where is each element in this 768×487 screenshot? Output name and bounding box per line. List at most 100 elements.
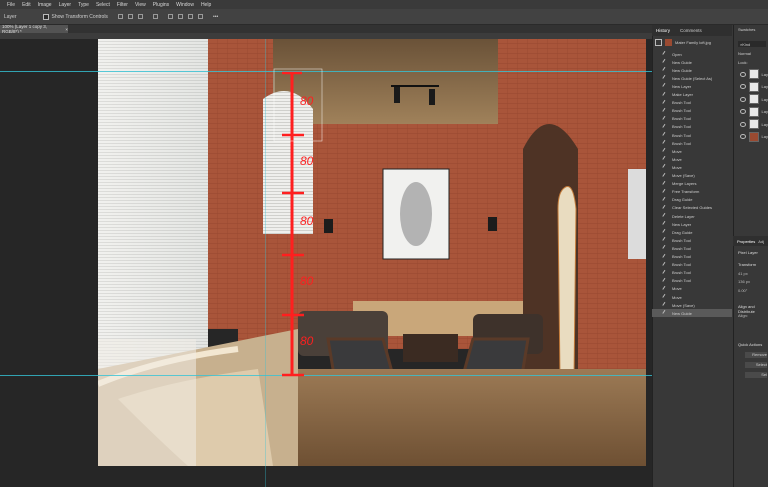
menu-item-type[interactable]: Type [78, 2, 89, 8]
show-transform-toggle[interactable]: Show Transform Controls [35, 13, 108, 21]
tab-comments[interactable]: Comments [680, 28, 702, 33]
history-item-label: Brush Tool [672, 254, 691, 259]
history-item[interactable]: Move (Save) [652, 172, 732, 180]
history-item[interactable]: New Guide [652, 58, 732, 66]
history-item[interactable]: New Layer [652, 82, 732, 90]
select-subject-button[interactable]: Select [745, 362, 767, 368]
menu-item-view[interactable]: View [135, 2, 146, 8]
menu-item-file[interactable]: File [7, 2, 15, 8]
guide-vertical[interactable] [265, 39, 266, 487]
history-item[interactable]: Move (Save) [652, 301, 732, 309]
align-middle-icon[interactable] [177, 14, 183, 19]
menu-item-window[interactable]: Window [176, 2, 194, 8]
history-item[interactable]: Brush Tool [652, 123, 732, 131]
align-top-icon[interactable] [167, 14, 173, 19]
history-item[interactable]: Brush Tool [652, 244, 732, 252]
menu-item-edit[interactable]: Edit [22, 2, 31, 8]
history-item[interactable]: Brush Tool [652, 99, 732, 107]
history-item-label: Move [672, 286, 682, 292]
history-item[interactable]: Brush Tool [652, 115, 732, 123]
history-item[interactable]: Brush Tool [652, 236, 732, 244]
history-state-icon [662, 310, 669, 317]
layer-row[interactable]: Lay [733, 131, 768, 143]
tool-preset[interactable]: Layer [4, 13, 17, 21]
eye-icon[interactable] [740, 96, 746, 102]
distribute-vertical-icon[interactable] [197, 14, 203, 19]
blend-mode-select[interactable]: Normal [738, 51, 751, 56]
history-snapshot[interactable]: Mater Family loft.jpg [652, 37, 732, 47]
history-state-icon [662, 67, 669, 74]
history-item[interactable]: Free Transform [652, 188, 732, 196]
history-item[interactable]: Brush Tool [652, 269, 732, 277]
eye-icon[interactable] [740, 109, 746, 114]
history-item[interactable]: New Guide [652, 309, 732, 318]
document-tab[interactable]: 100% (Layer 1 copy 3, RGB/8*) * × [0, 24, 68, 34]
menu-item-layer[interactable]: Layer [59, 2, 72, 8]
history-item[interactable]: New Guide [652, 66, 732, 74]
tab-properties[interactable]: Properties [737, 239, 755, 244]
tab-adjustments[interactable]: Adj [758, 239, 764, 244]
history-item[interactable]: Open [652, 50, 732, 58]
tab-swatches[interactable]: Swatches [738, 27, 755, 32]
eye-icon[interactable] [740, 134, 746, 139]
history-item[interactable]: Move [652, 163, 732, 171]
layer-row[interactable]: Lay [733, 68, 768, 80]
history-item-label: New Guide (Select As) [672, 75, 713, 81]
layer-row[interactable]: Lay [733, 81, 768, 93]
history-item[interactable]: Brush Tool [652, 253, 732, 261]
history-item[interactable]: Merge Layers [652, 180, 732, 188]
history-item[interactable]: Move [652, 155, 732, 163]
menu-item-image[interactable]: Image [38, 2, 52, 8]
history-item[interactable]: Move [652, 293, 732, 301]
history-state-icon [662, 180, 669, 187]
transform-bounding-box[interactable] [273, 68, 323, 142]
history-item[interactable]: Brush Tool [652, 139, 732, 147]
history-state-icon [662, 204, 669, 211]
menu-item-filter[interactable]: Filter [117, 2, 128, 8]
eye-icon[interactable] [740, 84, 746, 89]
history-item[interactable]: Delete Layer [652, 212, 732, 220]
align-left-icon[interactable] [117, 14, 123, 19]
history-item[interactable]: Drag Guide [652, 228, 732, 236]
history-item[interactable]: New Layer [652, 220, 732, 228]
menu-item-select[interactable]: Select [96, 2, 110, 8]
more-icon[interactable]: ••• [213, 14, 218, 20]
layer-thumbnail [748, 119, 759, 129]
history-item[interactable]: Brush Tool [652, 131, 732, 139]
history-item[interactable]: Clear Selected Guides [652, 204, 732, 212]
history-item[interactable]: Brush Tool [652, 277, 732, 285]
layer-row[interactable]: Lay [733, 118, 768, 130]
history-item[interactable]: New Guide (Select As) [652, 74, 732, 82]
height-field[interactable]: 136 px [738, 279, 750, 284]
layer-name: Lay [761, 96, 768, 102]
menu-item-plugins[interactable]: Plugins [153, 2, 169, 8]
select-button[interactable]: Sel [745, 372, 767, 378]
history-item[interactable]: Brush Tool [652, 107, 732, 115]
align-right-icon[interactable] [137, 14, 143, 19]
align-center-icon[interactable] [127, 14, 133, 19]
document-canvas[interactable] [98, 39, 646, 466]
eye-icon[interactable] [740, 121, 746, 127]
tool-label: Layer [4, 13, 17, 20]
layers-tabs: Swatches [738, 27, 755, 32]
tab-history[interactable]: History [656, 28, 670, 33]
history-item[interactable]: Drag Guide [652, 196, 732, 204]
menu-item-help[interactable]: Help [201, 2, 211, 8]
layer-row[interactable]: Lay [733, 93, 768, 105]
layer-row[interactable]: Lay [733, 106, 768, 118]
eye-icon[interactable] [740, 71, 746, 77]
width-field[interactable]: 41 px [738, 271, 748, 276]
history-item[interactable]: Move [652, 285, 732, 293]
align-bottom-icon[interactable] [187, 14, 193, 19]
history-item[interactable]: Move [652, 147, 732, 155]
remove-background-button[interactable]: Remove [745, 352, 767, 358]
distribute-icon[interactable] [152, 14, 158, 19]
close-icon[interactable]: × [65, 27, 68, 32]
measurement-annotation[interactable]: 80 80 80 80 80 [270, 65, 330, 385]
history-item-label: Move [672, 156, 682, 162]
angle-field[interactable]: 0.00° [738, 288, 747, 293]
history-item-label: New Guide [672, 59, 692, 65]
history-item[interactable]: Brush Tool [652, 261, 732, 269]
layer-filter-input[interactable]: ⌕ Kind [738, 41, 766, 47]
history-item[interactable]: Make Layer [652, 91, 732, 99]
